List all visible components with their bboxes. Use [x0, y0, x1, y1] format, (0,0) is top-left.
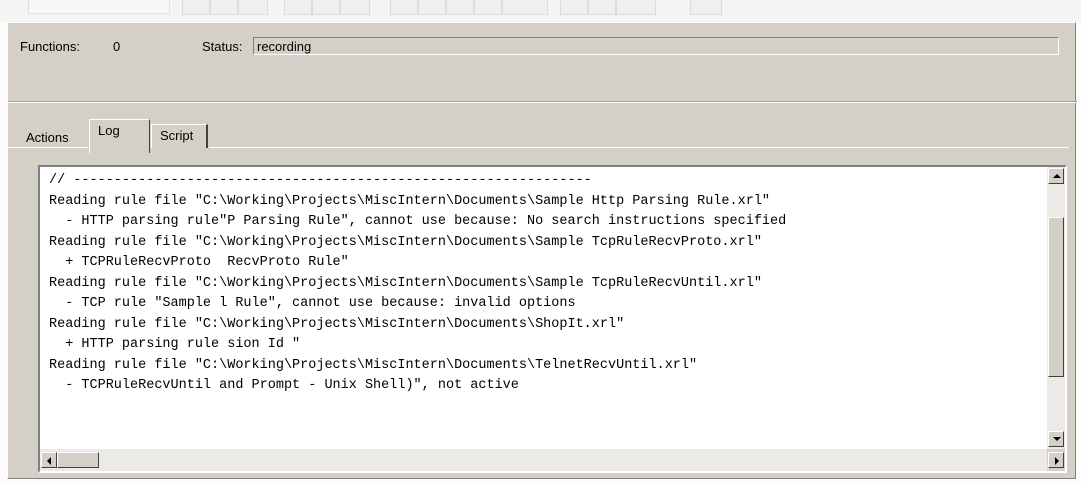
- toolbar-button[interactable]: [312, 0, 340, 15]
- triangle-up-icon: [1053, 174, 1061, 178]
- toolbar-button[interactable]: [340, 0, 370, 15]
- toolbar-combo[interactable]: [28, 0, 170, 14]
- tab-log[interactable]: Log: [89, 119, 150, 153]
- toolbar-button[interactable]: [182, 0, 210, 15]
- scrollbar-corner: [1047, 449, 1065, 471]
- scroll-up-button[interactable]: [1048, 168, 1064, 184]
- log-line: Reading rule file "C:\Working\Projects\M…: [49, 316, 625, 332]
- triangle-right-icon: [1055, 457, 1059, 465]
- log-line: Reading rule file "C:\Working\Projects\M…: [49, 193, 771, 209]
- tab-actions[interactable]: Actions: [26, 128, 69, 148]
- log-line: Reading rule file "C:\Working\Projects\M…: [49, 275, 762, 291]
- toolbar-button[interactable]: [284, 0, 312, 15]
- toolbar: [0, 0, 1081, 22]
- log-line: - TCPRuleRecvUntil and Prompt - Unix She…: [49, 378, 519, 393]
- toolbar-button[interactable]: [588, 0, 616, 15]
- log-line: + HTTP parsing rule sion Id ": [49, 337, 301, 352]
- toolbar-button[interactable]: [560, 0, 588, 15]
- horizontal-scrollbar[interactable]: [40, 449, 1047, 471]
- functions-count: 0: [113, 39, 121, 54]
- toolbar-button[interactable]: [418, 0, 446, 15]
- functions-label: Functions:: [20, 39, 80, 54]
- triangle-down-icon: [1053, 437, 1061, 441]
- scroll-down-button[interactable]: [1048, 431, 1064, 447]
- toolbar-button[interactable]: [474, 0, 502, 15]
- toolbar-button[interactable]: [616, 0, 656, 15]
- tab-baseline: [209, 147, 1069, 148]
- scroll-right-button[interactable]: [1048, 452, 1064, 468]
- toolbar-button[interactable]: [390, 0, 418, 15]
- log-line: Reading rule file "C:\Working\Projects\M…: [49, 357, 698, 373]
- separator: [8, 101, 1077, 103]
- log-line: // -------------------------------------…: [49, 173, 592, 188]
- toolbar-button[interactable]: [502, 0, 548, 15]
- toolbar-button[interactable]: [210, 0, 238, 15]
- vertical-scrollbar[interactable]: [1047, 167, 1065, 449]
- toolbar-button[interactable]: [446, 0, 474, 15]
- toolbar-button[interactable]: [238, 0, 268, 15]
- horizontal-scroll-thumb[interactable]: [57, 452, 99, 468]
- toolbar-button[interactable]: [690, 0, 722, 15]
- log-text: // -------------------------------------…: [49, 171, 1032, 443]
- status-field: recording: [253, 37, 1059, 55]
- log-view[interactable]: // -------------------------------------…: [38, 165, 1067, 473]
- vertical-scroll-thumb[interactable]: [1048, 217, 1064, 377]
- log-line: - HTTP parsing rule"P Parsing Rule", can…: [49, 214, 787, 229]
- triangle-left-icon: [47, 457, 51, 465]
- recorder-panel: Functions: 0 Status: recording Actions L…: [7, 22, 1077, 479]
- scroll-left-button[interactable]: [41, 452, 57, 468]
- status-label: Status:: [202, 39, 243, 54]
- log-line: Reading rule file "C:\Working\Projects\M…: [49, 234, 762, 250]
- log-line: - TCP rule "Sample l Rule", cannot use b…: [49, 296, 576, 311]
- log-line: + TCPRuleRecvProto RecvProto Rule": [49, 255, 349, 270]
- tab-script[interactable]: Script: [151, 124, 208, 148]
